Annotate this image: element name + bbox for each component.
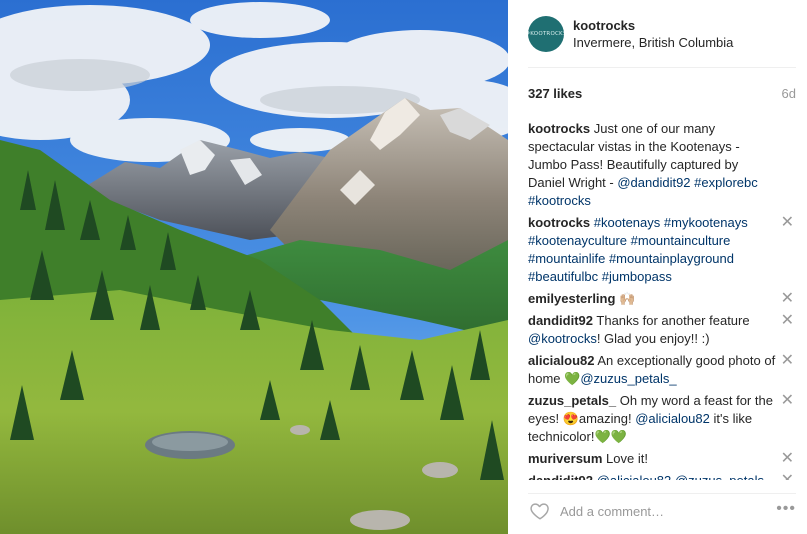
close-icon[interactable]: ✕ — [781, 450, 794, 468]
mention-link[interactable]: @zuzus_petals_ — [580, 371, 676, 386]
hashtag-link[interactable]: #kootrocks — [528, 193, 591, 208]
hashtag-link[interactable]: #mountainculture — [631, 233, 731, 248]
close-icon[interactable]: ✕ — [781, 352, 794, 370]
comment-item: kootrocks Just one of our many spectacul… — [528, 120, 796, 210]
post-age[interactable]: 6d — [782, 86, 796, 101]
comment-username[interactable]: kootrocks — [528, 121, 590, 136]
hashtag-link[interactable]: #kootenays — [594, 215, 661, 230]
post-location[interactable]: Invermere, British Columbia — [573, 35, 733, 50]
comment-item: dandidit92 @alicialou82 @zuzus_petals_ @… — [528, 472, 796, 480]
comment-item: alicialou82 An exceptionally good photo … — [528, 352, 796, 388]
avatar[interactable]: #KOOTROCKS — [528, 16, 564, 52]
comment-text: Love it! — [602, 451, 648, 466]
comment-username[interactable]: kootrocks — [528, 215, 590, 230]
mention-link[interactable]: @zuzus_petals_ — [675, 473, 771, 480]
hashtag-link[interactable]: #mountainlife — [528, 251, 605, 266]
comment-username[interactable]: zuzus_petals_ — [528, 393, 616, 408]
hashtag-link[interactable]: #kootenayculture — [528, 233, 627, 248]
comment-username[interactable]: dandidit92 — [528, 473, 593, 480]
comment-username[interactable]: emilyesterling — [528, 291, 615, 306]
comment-text: Thanks for another feature — [593, 313, 750, 328]
post-photo[interactable] — [0, 0, 508, 534]
hashtag-link[interactable]: #jumbopass — [602, 269, 672, 284]
mention-link[interactable]: @kootrocks — [528, 331, 597, 346]
comments-list: kootrocks Just one of our many spectacul… — [528, 120, 796, 480]
heart-outline-icon[interactable] — [529, 500, 551, 522]
hashtag-link[interactable]: #mountainplayground — [609, 251, 734, 266]
mention-link[interactable]: @alicialou82 — [635, 411, 710, 426]
hashtag-link[interactable]: #explorebc — [694, 175, 758, 190]
post-username[interactable]: kootrocks — [573, 18, 635, 33]
comment-item: muriversum Love it! ✕ — [528, 450, 796, 468]
comment-text: 🙌🏼 — [615, 291, 636, 306]
likes-count[interactable]: 327 likes — [528, 86, 582, 101]
more-options-icon[interactable]: ••• — [776, 500, 796, 518]
comment-username[interactable]: dandidit92 — [528, 313, 593, 328]
post-details-panel: #KOOTROCKS kootrocks Invermere, British … — [508, 0, 807, 534]
mention-link[interactable]: @dandidit92 — [617, 175, 690, 190]
comment-username[interactable]: alicialou82 — [528, 353, 594, 368]
comment-footer: ••• — [528, 493, 796, 529]
comment-item: emilyesterling 🙌🏼 ✕ — [528, 290, 796, 308]
comment-item: dandidit92 Thanks for another feature @k… — [528, 312, 796, 348]
comment-item: kootrocks #kootenays #mykootenays #koote… — [528, 214, 796, 286]
comment-text: ! Glad you enjoy!! :) — [596, 331, 710, 346]
close-icon[interactable]: ✕ — [781, 472, 794, 480]
close-icon[interactable]: ✕ — [781, 290, 794, 308]
likes-row: 327 likes 6d — [528, 86, 796, 104]
comment-item: zuzus_petals_ Oh my word a feast for the… — [528, 392, 796, 446]
close-icon[interactable]: ✕ — [781, 214, 794, 232]
mountain-landscape-image — [0, 0, 508, 534]
close-icon[interactable]: ✕ — [781, 312, 794, 330]
comment-username[interactable]: muriversum — [528, 451, 602, 466]
mention-link[interactable]: @alicialou82 — [597, 473, 672, 480]
hashtag-link[interactable]: #beautifulbc — [528, 269, 598, 284]
close-icon[interactable]: ✕ — [781, 392, 794, 410]
hashtag-link[interactable]: #mykootenays — [664, 215, 748, 230]
add-comment-input[interactable] — [560, 501, 750, 521]
post-header: #KOOTROCKS kootrocks Invermere, British … — [528, 14, 796, 68]
